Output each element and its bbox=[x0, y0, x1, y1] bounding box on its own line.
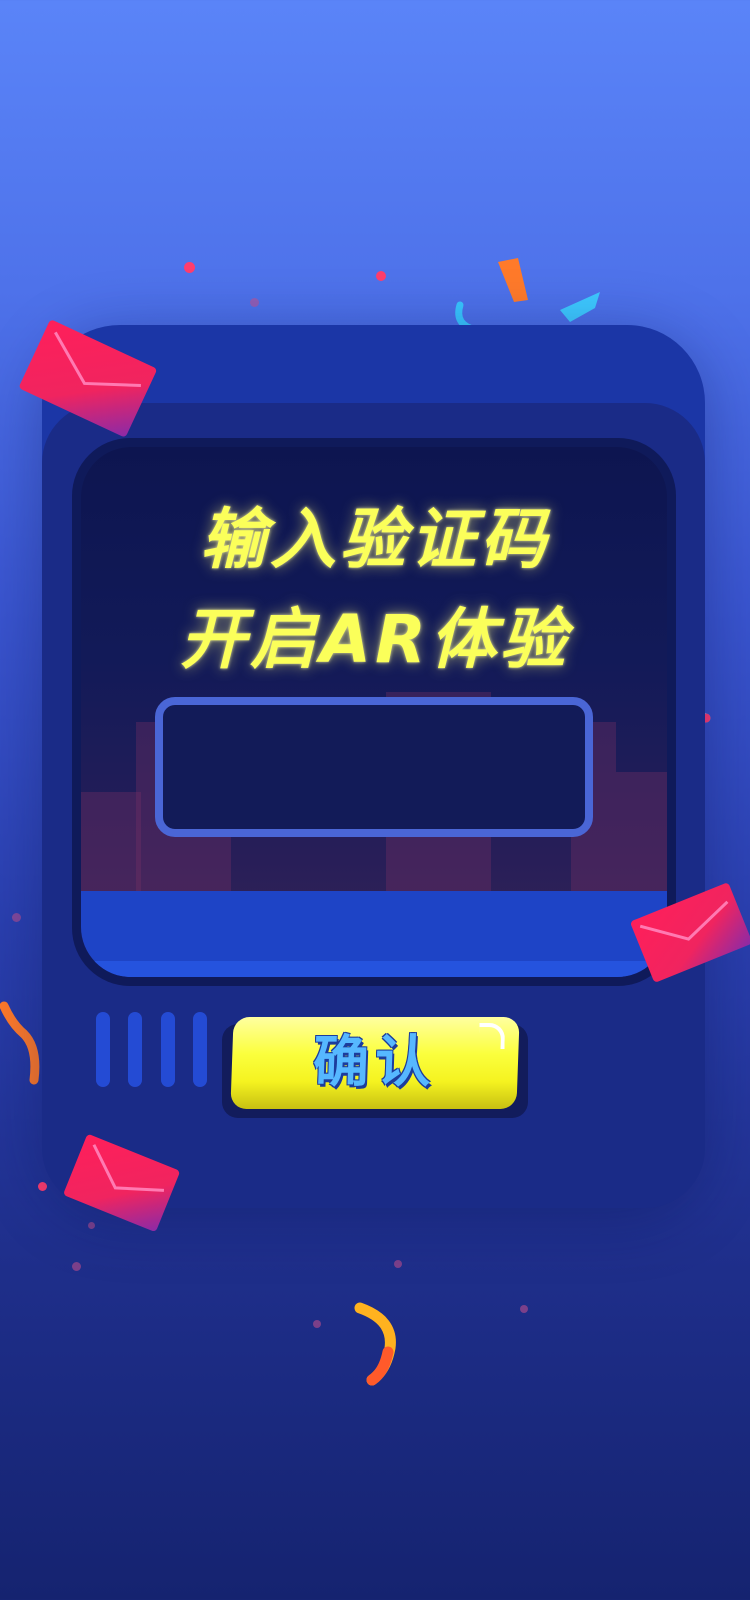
confetti-dot bbox=[250, 298, 259, 307]
envelope-icon bbox=[19, 320, 157, 437]
confirm-button-label: 确认 bbox=[311, 1030, 439, 1095]
screen-floor-strip bbox=[81, 961, 667, 977]
envelope-icon bbox=[64, 1134, 180, 1232]
envelope-icon bbox=[631, 883, 750, 982]
confetti-dot bbox=[520, 1305, 528, 1313]
page-title-line-1: 输入验证码 bbox=[200, 501, 550, 578]
verification-code-input[interactable] bbox=[155, 697, 593, 837]
confirm-button[interactable]: 确认 bbox=[230, 1017, 520, 1109]
confetti-dot bbox=[184, 262, 195, 273]
confetti-dot bbox=[376, 271, 386, 281]
vent-slot bbox=[128, 1012, 142, 1087]
confetti-dot bbox=[38, 1182, 47, 1191]
vent-slot bbox=[193, 1012, 207, 1087]
confetti-dot bbox=[313, 1320, 321, 1328]
page-title-line-2: 开启AR体验 bbox=[180, 601, 570, 678]
city-silhouette bbox=[81, 792, 141, 897]
city-silhouette bbox=[616, 772, 667, 897]
confetti-dot bbox=[394, 1260, 402, 1268]
vent-slot bbox=[96, 1012, 110, 1087]
confetti-dot bbox=[12, 913, 21, 922]
confetti-dot bbox=[72, 1262, 81, 1271]
confetti-icon bbox=[354, 1302, 396, 1386]
vent-slot bbox=[161, 1012, 175, 1087]
